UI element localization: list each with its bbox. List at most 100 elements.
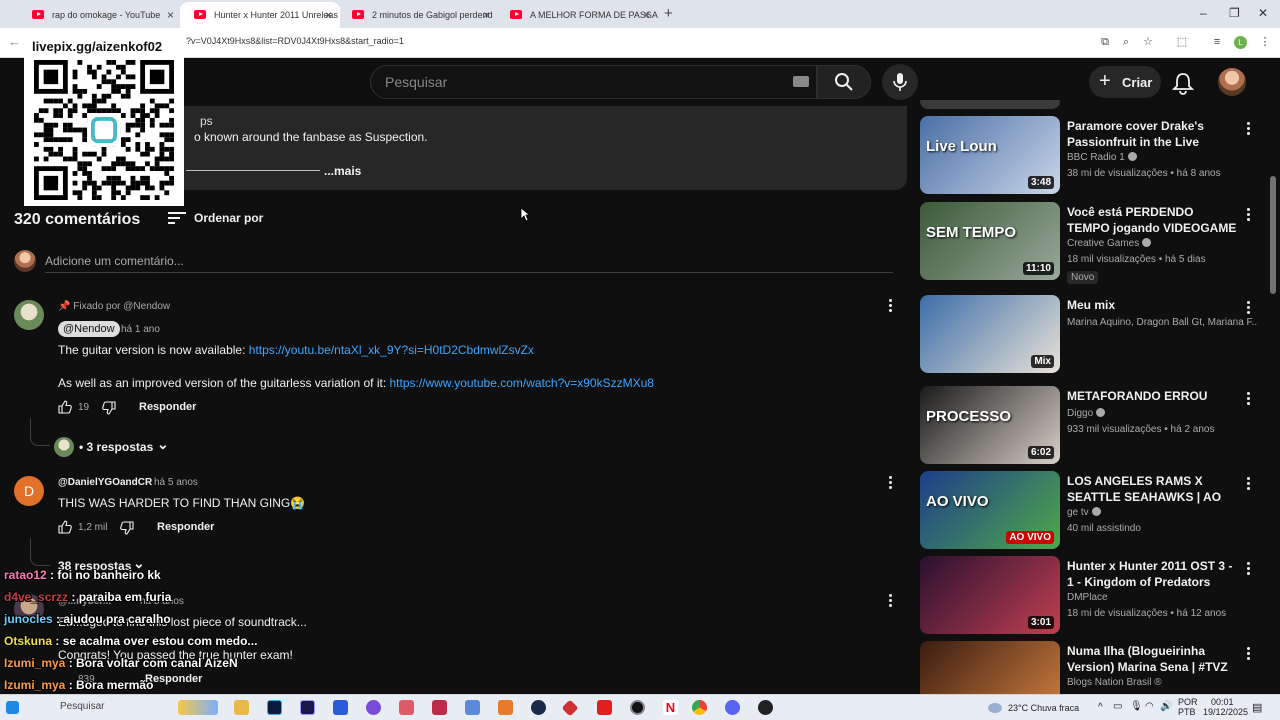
mic-tray-icon[interactable]: 🎙 xyxy=(1130,701,1143,712)
show-more-link[interactable]: ...mais xyxy=(324,164,361,178)
comment-author[interactable]: @Nendow xyxy=(58,321,120,337)
channel-name[interactable]: Blogs Nation Brasil ® xyxy=(1067,677,1257,688)
browser-tab-active[interactable]: Hunter x Hunter 2011 Unreleas × xyxy=(180,2,340,28)
restore-button[interactable]: ❐ xyxy=(1229,6,1240,20)
close-icon[interactable]: × xyxy=(325,8,332,22)
browser-tab[interactable]: A MELHOR FORMA DE PASSAR × xyxy=(496,4,658,26)
dislike-icon[interactable] xyxy=(102,401,116,415)
recommendation-item[interactable]: 3:01 Hunter x Hunter 2011 OST 3 - 1 - Kin… xyxy=(920,556,1265,636)
video-thumbnail[interactable]: AO VIVO AO VIVO xyxy=(920,471,1060,549)
recommendation-item[interactable]: SEM TEMPO 11:10 Você está PERDENDO TEMPO j… xyxy=(920,202,1265,284)
taskbar-search[interactable]: Pesquisar xyxy=(60,701,104,712)
close-icon[interactable]: × xyxy=(483,8,490,22)
channel-name[interactable]: DMPlace xyxy=(1067,592,1257,603)
close-icon[interactable]: × xyxy=(167,8,174,22)
scrollbar-thumb[interactable] xyxy=(1270,176,1276,294)
video-title[interactable]: Paramore cover Drake's Passionfruit in t… xyxy=(1067,118,1237,150)
comment-link[interactable]: https://youtu.be/ntaXl_xk_9Y?si=H0tD2Cbd… xyxy=(249,343,534,357)
volume-icon[interactable]: 🔊 xyxy=(1160,701,1172,712)
comment-author[interactable]: @DanielYGOandCR xyxy=(58,477,152,488)
app-icon[interactable] xyxy=(465,700,480,715)
notifications-icon[interactable]: ▤ xyxy=(1252,701,1262,714)
channel-name[interactable]: Diggo xyxy=(1067,408,1257,419)
video-thumbnail[interactable]: Mix xyxy=(920,295,1060,373)
video-menu-icon[interactable] xyxy=(1247,122,1251,136)
install-app-icon[interactable]: ⧉ xyxy=(1098,35,1112,49)
add-comment-input[interactable]: Adicione um comentário... xyxy=(45,254,184,268)
comment-time[interactable]: há 1 ano xyxy=(121,324,160,335)
notifications-bell-icon[interactable] xyxy=(1170,71,1196,95)
video-thumbnail[interactable]: PROCESSO 6:02 xyxy=(920,386,1060,464)
dislike-icon[interactable] xyxy=(120,521,134,535)
browser-menu-icon[interactable]: ⋮ xyxy=(1258,35,1272,49)
browser-tab[interactable]: rap do omokage - YouTube × xyxy=(18,4,182,26)
search-button[interactable] xyxy=(817,65,871,99)
keyboard-icon[interactable] xyxy=(793,76,809,87)
chrome-icon[interactable] xyxy=(692,700,707,715)
recommendation-item[interactable]: Live Loun 3:48 Paramore cover Drake's Pass… xyxy=(920,116,1265,196)
comment-menu-icon[interactable] xyxy=(889,594,893,608)
video-menu-icon[interactable] xyxy=(1247,562,1251,576)
photoshop-icon[interactable] xyxy=(267,700,282,715)
show-replies-button[interactable]: • 3 respostas xyxy=(79,440,153,454)
reply-button[interactable]: Responder xyxy=(139,401,196,413)
wifi-icon[interactable]: ◠ xyxy=(1145,701,1154,712)
comment-avatar[interactable] xyxy=(14,300,44,330)
account-avatar[interactable] xyxy=(1218,68,1246,96)
close-window-button[interactable]: ✕ xyxy=(1258,6,1268,20)
bookmark-star-icon[interactable]: ☆ xyxy=(1141,35,1155,49)
video-menu-icon[interactable] xyxy=(1247,647,1251,661)
recommendation-partial[interactable] xyxy=(920,100,1265,110)
file-explorer-icon[interactable] xyxy=(234,700,249,715)
zoom-icon[interactable]: ⌕ xyxy=(1119,35,1133,49)
chevron-down-icon[interactable]: ⌄ xyxy=(157,436,169,453)
channel-name[interactable]: ge tv xyxy=(1067,507,1257,518)
video-menu-icon[interactable] xyxy=(1247,392,1251,406)
app-icon[interactable] xyxy=(432,700,447,715)
recommendation-item[interactable]: Mix Meu mix Marina Aquino, Dragon Ball Gt,… xyxy=(920,295,1265,375)
comment-link[interactable]: https://www.youtube.com/watch?v=x90kSzzM… xyxy=(390,376,654,390)
discord-icon[interactable] xyxy=(725,700,740,715)
reply-button[interactable]: Responder xyxy=(145,673,202,685)
video-menu-icon[interactable] xyxy=(1247,208,1251,222)
channel-name[interactable]: BBC Radio 1 xyxy=(1067,152,1257,163)
url-text[interactable]: ?v=V0J4Xt9Hxs8&list=RDV0J4Xt9Hxs8&start_… xyxy=(186,36,404,46)
network-icon[interactable]: ▭ xyxy=(1113,701,1122,712)
recommendation-item[interactable]: AO VIVO AO VIVO LOS ANGELES RAMS X SEATTLE… xyxy=(920,471,1265,551)
reply-button[interactable]: Responder xyxy=(157,521,214,533)
steam-icon[interactable] xyxy=(531,700,546,715)
app-icon[interactable] xyxy=(399,700,414,715)
clock-time[interactable]: 00:01 xyxy=(1211,697,1234,707)
media-control-icon[interactable]: ≡ xyxy=(1210,35,1224,49)
back-arrow-icon[interactable]: ← xyxy=(8,34,21,49)
video-title[interactable]: Meu mix xyxy=(1067,297,1237,313)
recommendation-item[interactable]: PROCESSO 6:02 METAFORANDO ERROU Diggo 933 mi… xyxy=(920,386,1265,466)
app-icon[interactable] xyxy=(630,700,645,715)
video-title[interactable]: METAFORANDO ERROU xyxy=(1067,388,1237,404)
app-icon[interactable] xyxy=(366,700,381,715)
widgets-icon[interactable] xyxy=(178,700,218,715)
video-title[interactable]: Você está PERDENDO TEMPO jogando VIDEOGA… xyxy=(1067,204,1237,236)
like-icon[interactable] xyxy=(58,400,72,414)
acrobat-icon[interactable] xyxy=(597,700,612,715)
input-language-1[interactable]: POR xyxy=(1178,697,1198,707)
sort-icon[interactable] xyxy=(168,211,186,225)
comment-avatar[interactable]: D xyxy=(14,476,44,506)
video-thumbnail[interactable]: 3:01 xyxy=(920,556,1060,634)
windows-start-icon[interactable] xyxy=(6,701,19,714)
channel-name[interactable]: Marina Aquino, Dragon Ball Gt, Mariana F… xyxy=(1067,317,1257,328)
like-icon[interactable] xyxy=(58,520,72,534)
sort-button[interactable]: Ordenar por xyxy=(194,211,263,225)
video-menu-icon[interactable] xyxy=(1247,301,1251,315)
chevron-up-icon[interactable]: ^ xyxy=(1098,702,1103,713)
voice-search-button[interactable] xyxy=(882,64,918,100)
app-icon[interactable] xyxy=(758,700,773,715)
minimize-button[interactable]: – xyxy=(1200,6,1207,20)
channel-name[interactable]: Creative Games xyxy=(1067,238,1257,249)
clock-date[interactable]: 19/12/2025 xyxy=(1203,707,1248,717)
video-menu-icon[interactable] xyxy=(1247,477,1251,491)
search-input[interactable]: Pesquisar xyxy=(385,74,447,90)
comment-time[interactable]: há 5 anos xyxy=(154,477,198,488)
netflix-icon[interactable]: N xyxy=(663,700,678,715)
video-thumbnail[interactable] xyxy=(920,100,1060,109)
